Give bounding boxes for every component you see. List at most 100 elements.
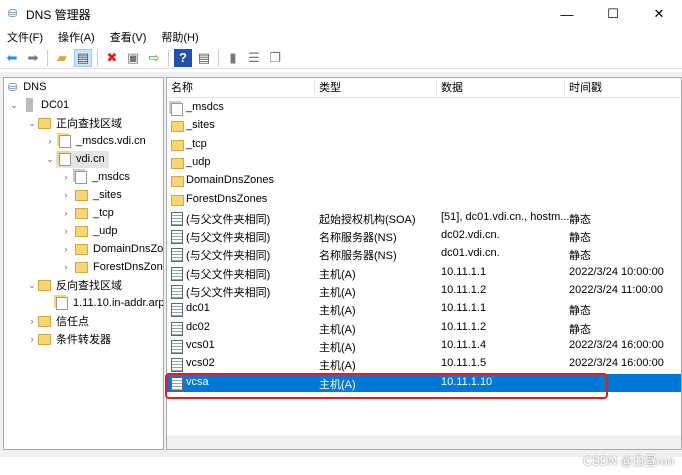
forward-icon[interactable]: ➡ [24, 49, 42, 67]
record-type: 主机(A) [319, 268, 356, 281]
record-row[interactable]: vcs02 主机(A) 10.11.1.5 2022/3/24 16:00:00 [167, 355, 681, 373]
chevron-down-icon[interactable]: ⌄ [44, 154, 56, 165]
chevron-right-icon[interactable]: › [44, 136, 56, 146]
chevron-right-icon[interactable]: › [60, 244, 72, 254]
record-name: (与父文件夹相同) [186, 268, 271, 281]
chevron-down-icon[interactable]: ⌄ [26, 280, 38, 291]
tree-label: _msdcs.vdi.cn [76, 135, 146, 147]
record-row[interactable]: (与父文件夹相同) 起始授权机构(SOA) [51], dc01.vdi.cn., … [167, 209, 681, 227]
separator [47, 49, 48, 66]
copy-record-icon[interactable]: ❐ [266, 49, 284, 67]
tree-dns[interactable]: ⛁ DNS [8, 78, 46, 96]
chevron-right-icon[interactable]: › [26, 316, 38, 326]
tree-child-tcp[interactable]: › _tcp [60, 204, 114, 222]
tree-child-sites[interactable]: › _sites [60, 186, 122, 204]
tree-child-forestdnszones[interactable]: › ForestDnsZones [60, 258, 164, 276]
tree-child-msdcs[interactable]: › _msdcs [60, 168, 130, 186]
tree-msdcs-zone[interactable]: › _msdcs.vdi.cn [44, 132, 146, 150]
tree-trust-points[interactable]: › 信任点 [26, 312, 89, 330]
record-type: 主机(A) [319, 360, 356, 373]
chevron-down-icon[interactable]: ⌄ [26, 118, 38, 129]
tree-reverse-zone[interactable]: 1.11.10.in-addr.arpa [56, 294, 163, 312]
tree-label: ForestDnsZones [93, 261, 163, 273]
record-type: 起始授权机构(SOA) [319, 213, 416, 226]
chevron-right-icon[interactable]: › [60, 172, 72, 182]
folder-row[interactable]: _msdcs [167, 99, 681, 117]
record-type: 主机(A) [319, 305, 356, 318]
record-data: [51], dc01.vdi.cn., hostm... [441, 210, 570, 223]
action-pane-icon[interactable]: ▤ [195, 49, 213, 67]
column-header-timestamp[interactable]: 时间戳 [565, 80, 681, 96]
menu-action[interactable]: 操作(A) [51, 29, 103, 45]
properties-icon[interactable]: ▣ [124, 49, 142, 67]
record-row[interactable]: (与父文件夹相同) 主机(A) 10.11.1.1 2022/3/24 10:00:0… [167, 264, 681, 282]
zone-icon [59, 152, 71, 166]
delegation-icon [75, 170, 87, 184]
folder-name: _msdcs [186, 101, 224, 113]
menu-view[interactable]: 查看(V) [103, 29, 155, 45]
chevron-down-icon[interactable]: ⌄ [8, 100, 20, 111]
toolbar: ⬅ ➡ ▰ ▤ ✖ ▣ ⇨ ? ▤ ▮ ☰ ❐ [0, 47, 682, 69]
show-hide-tree-icon[interactable]: ▤ [74, 48, 92, 67]
back-icon[interactable]: ⬅ [3, 49, 21, 67]
folder-icon [75, 189, 88, 201]
server-icon[interactable]: ▮ [224, 49, 242, 67]
tree-child-udp[interactable]: › _udp [60, 222, 118, 240]
zone-icon [59, 134, 71, 148]
horizontal-scrollbar[interactable] [167, 435, 681, 449]
record-type: 名称服务器(NS) [319, 232, 397, 245]
main-area: ⛁ DNS ⌄ DC01 ⌄ 正向查找区域 › _msdcs.vdi.cn ⌄ vdi.c… [0, 72, 682, 457]
delete-icon[interactable]: ✖ [103, 49, 121, 67]
record-row[interactable]: dc01 主机(A) 10.11.1.1 静态 [167, 300, 681, 318]
folder-row[interactable]: _sites [167, 117, 681, 135]
chevron-right-icon[interactable]: › [26, 334, 38, 344]
tree-label: DNS [23, 81, 47, 93]
record-data: 10.11.1.1 [441, 302, 487, 315]
folder-row[interactable]: DomainDnsZones [167, 172, 681, 190]
help-icon[interactable]: ? [174, 48, 192, 67]
record-row[interactable]: (与父文件夹相同) 名称服务器(NS) dc02.vdi.cn. 静态 [167, 227, 681, 245]
menu-file[interactable]: 文件(F) [0, 29, 51, 45]
close-button[interactable]: ✕ [636, 0, 682, 28]
record-row[interactable]: dc02 主机(A) 10.11.1.2 静态 [167, 319, 681, 337]
column-header-data[interactable]: 数据 [437, 80, 565, 96]
folder-name: _tcp [186, 137, 207, 150]
tree-dc01[interactable]: ⌄ DC01 [8, 96, 69, 114]
record-row[interactable]: (与父文件夹相同) 名称服务器(NS) dc01.vdi.cn. 静态 [167, 245, 681, 263]
folder-name: _udp [186, 155, 211, 168]
maximize-button[interactable]: ☐ [590, 0, 636, 28]
record-data: dc01.vdi.cn. [441, 247, 500, 260]
folder-row[interactable]: ForestDnsZones [167, 191, 681, 209]
record-name: (与父文件夹相同) [186, 250, 271, 263]
tree-reverse-zones[interactable]: ⌄ 反向查找区域 [26, 276, 122, 294]
tree-label: DomainDnsZones [93, 243, 164, 255]
tree-vdi-cn[interactable]: ⌄ vdi.cn [44, 150, 109, 168]
tree-conditional-forwarders[interactable]: › 条件转发器 [26, 330, 111, 348]
record-timestamp: 2022/3/24 16:00:00 [569, 357, 664, 370]
record-row[interactable]: (与父文件夹相同) 主机(A) 10.11.1.2 2022/3/24 11:00:0… [167, 282, 681, 300]
highlight-annotation [165, 373, 608, 399]
tree-label: 反向查找区域 [56, 280, 122, 292]
zone-icon [56, 296, 68, 310]
chevron-right-icon[interactable]: › [60, 208, 72, 218]
folder-row[interactable]: _udp [167, 154, 681, 172]
folder-row[interactable]: _tcp [167, 136, 681, 154]
record-type: 主机(A) [319, 323, 356, 336]
chevron-right-icon[interactable]: › [60, 262, 72, 272]
export-icon[interactable]: ⇨ [145, 49, 163, 67]
zone-list-icon[interactable]: ☰ [245, 49, 263, 67]
tree-forward-zones[interactable]: ⌄ 正向查找区域 [26, 114, 122, 132]
minimize-button[interactable]: — [544, 0, 590, 28]
tree-child-domaindnszones[interactable]: › DomainDnsZones [60, 240, 164, 258]
chevron-right-icon[interactable]: › [60, 226, 72, 236]
chevron-right-icon[interactable]: › [60, 190, 72, 200]
column-header-type[interactable]: 类型 [315, 80, 437, 96]
tree-label: 正向查找区域 [56, 118, 122, 130]
list-header: 名称 类型 数据 时间戳 [167, 78, 681, 98]
record-row[interactable]: vcs01 主机(A) 10.11.1.4 2022/3/24 16:00:00 [167, 337, 681, 355]
folder-icon [38, 315, 51, 327]
record-name: (与父文件夹相同) [186, 213, 271, 226]
column-header-name[interactable]: 名称 [167, 80, 315, 96]
up-folder-icon[interactable]: ▰ [53, 49, 71, 67]
menu-help[interactable]: 帮助(H) [154, 29, 206, 45]
